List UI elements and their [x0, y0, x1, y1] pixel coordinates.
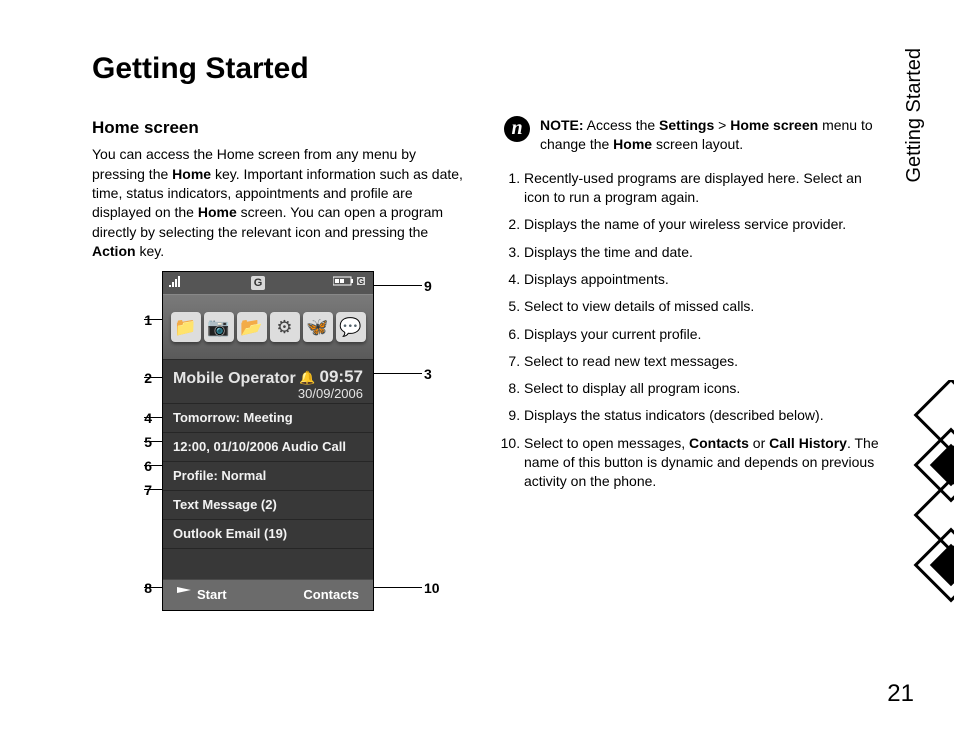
operator-time-row: Mobile Operator 🔔 09:57 30/09/2006 — [163, 359, 373, 403]
bold-contacts: Contacts — [689, 435, 749, 451]
home-list: Tomorrow: Meeting 12:00, 01/10/2006 Audi… — [163, 403, 373, 548]
clock-block: 🔔 09:57 30/09/2006 — [298, 368, 363, 401]
callout-label-9: 9 — [424, 277, 432, 296]
text: > — [714, 117, 730, 133]
callout-label-6: 6 — [132, 457, 152, 476]
phone-status-bar: G G — [163, 272, 373, 294]
right-column: n NOTE: Access the Settings > Home scree… — [504, 116, 884, 611]
callout-label-3: 3 — [424, 365, 432, 384]
callout-label-4: 4 — [132, 409, 152, 428]
callout-label-1: 1 — [132, 311, 152, 330]
battery-icon: G — [333, 275, 367, 292]
callout-label-5: 5 — [132, 433, 152, 452]
callout-label-2: 2 — [132, 369, 152, 388]
text: Select to open messages, — [524, 435, 689, 451]
svg-text:G: G — [358, 277, 364, 286]
page-number: 21 — [887, 680, 914, 708]
text: Access the — [584, 117, 659, 133]
side-tab-label: Getting Started — [903, 48, 926, 183]
callout-label-7: 7 — [132, 481, 152, 500]
text: screen layout. — [652, 136, 743, 152]
list-item: Select to read new text messages. — [524, 352, 884, 371]
outlook-email-row: Outlook Email (19) — [163, 519, 373, 548]
list-item: Select to display all program icons. — [524, 379, 884, 398]
note-lead: NOTE: — [540, 117, 584, 133]
gear-icon: ⚙ — [270, 312, 300, 342]
bold-action: Action — [92, 243, 136, 259]
appointment-row: Tomorrow: Meeting — [163, 403, 373, 432]
list-item: Displays your current profile. — [524, 325, 884, 344]
camera-icon: 📷 — [204, 312, 234, 342]
text-message-row: Text Message (2) — [163, 490, 373, 519]
time-text: 09:57 — [320, 367, 363, 386]
left-column: Home screen You can access the Home scre… — [92, 116, 472, 611]
two-column-layout: Home screen You can access the Home scre… — [92, 116, 884, 611]
spacer — [163, 548, 373, 579]
operator-name: Mobile Operator — [173, 368, 296, 390]
section-heading-home-screen: Home screen — [92, 116, 472, 139]
chat-icon: 💬 — [336, 312, 366, 342]
leader-line — [144, 489, 162, 490]
list-item: Displays the name of your wireless servi… — [524, 215, 884, 234]
date-text: 30/09/2006 — [298, 386, 363, 401]
callout-label-8: 8 — [132, 579, 152, 598]
intro-paragraph: You can access the Home screen from any … — [92, 145, 472, 261]
signal-icon — [169, 275, 183, 292]
alarm-icon: 🔔 — [299, 370, 315, 385]
phone-screenshot: G G 📁 — [162, 271, 374, 611]
folder-icon: 📁 — [171, 312, 201, 342]
list-item: Displays the time and date. — [524, 243, 884, 262]
leader-line — [144, 441, 162, 442]
bold-home-screen: Home screen — [730, 117, 818, 133]
softkey-right-label: Contacts — [303, 586, 359, 604]
text: key. — [136, 243, 165, 259]
bold-home: Home — [613, 136, 652, 152]
callout-legend-list: Recently-used programs are displayed her… — [504, 169, 884, 492]
softkey-bar: Start Contacts — [163, 579, 373, 610]
recent-programs-strip: 📁 📷 📂 ⚙ 🦋 💬 — [163, 294, 373, 359]
folder-icon: 📂 — [237, 312, 267, 342]
list-item: Recently-used programs are displayed her… — [524, 169, 884, 208]
softkey-left-label: Start — [197, 587, 227, 602]
leader-line — [144, 465, 162, 466]
decorative-ornament — [906, 380, 954, 620]
call-row: 12:00, 01/10/2006 Audio Call — [163, 432, 373, 461]
leader-line — [144, 377, 162, 378]
list-item: Displays the status indicators (describe… — [524, 406, 884, 425]
note-icon: n — [504, 116, 530, 142]
bold-home-2: Home — [198, 204, 237, 220]
softkey-left: Start — [177, 586, 227, 604]
leader-line — [374, 285, 422, 286]
list-item: Select to view details of missed calls. — [524, 297, 884, 316]
home-screen-figure: 1 2 4 5 6 7 8 9 3 10 — [92, 271, 472, 611]
callout-label-10: 10 — [424, 579, 440, 598]
page-title: Getting Started — [92, 52, 884, 86]
profile-row: Profile: Normal — [163, 461, 373, 490]
note-text: NOTE: Access the Settings > Home screen … — [540, 116, 884, 155]
windows-flag-icon — [177, 587, 191, 599]
media-icon: 🦋 — [303, 312, 333, 342]
list-item: Select to open messages, Contacts or Cal… — [524, 434, 884, 492]
leader-line — [374, 373, 422, 374]
leader-line — [144, 587, 162, 588]
bold-home-1: Home — [172, 166, 211, 182]
text: or — [749, 435, 769, 451]
bold-settings: Settings — [659, 117, 714, 133]
leader-line — [144, 319, 162, 320]
gprs-icon: G — [251, 276, 265, 290]
leader-line — [144, 417, 162, 418]
list-item: Displays appointments. — [524, 270, 884, 289]
leader-line — [374, 587, 422, 588]
note-box: n NOTE: Access the Settings > Home scree… — [504, 116, 884, 155]
bold-call-history: Call History — [769, 435, 847, 451]
manual-page: Getting Started Home screen You can acce… — [0, 0, 954, 738]
